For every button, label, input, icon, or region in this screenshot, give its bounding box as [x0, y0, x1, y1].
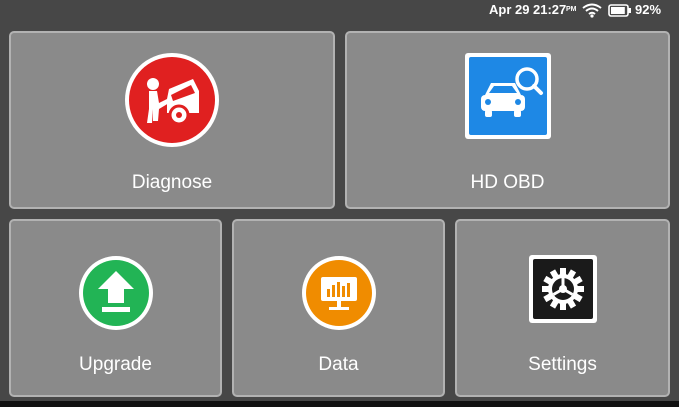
- hd-obd-tile[interactable]: HD OBD: [345, 31, 670, 209]
- status-ampm: PM: [566, 6, 577, 13]
- monitor-chart-icon: [301, 255, 377, 336]
- diagnose-tile[interactable]: Diagnose: [9, 31, 335, 209]
- upgrade-label: Upgrade: [79, 354, 152, 375]
- car-mechanic-icon: [123, 51, 221, 154]
- battery-icon: [608, 4, 632, 20]
- status-date: Apr 29: [489, 2, 530, 17]
- bottom-edge: [0, 401, 679, 407]
- upgrade-tile[interactable]: Upgrade: [9, 219, 222, 397]
- wifi-icon: [582, 3, 602, 21]
- settings-tile[interactable]: Settings: [455, 219, 670, 397]
- settings-label: Settings: [528, 354, 597, 375]
- battery-percent: 92%: [635, 2, 662, 17]
- car-search-icon: [464, 53, 551, 144]
- status-time: 21:27: [533, 2, 567, 17]
- gear-icon: [528, 255, 597, 328]
- hd-obd-label: HD OBD: [470, 172, 545, 193]
- data-label: Data: [318, 354, 359, 375]
- data-tile[interactable]: Data: [232, 219, 445, 397]
- upload-arrow-icon: [78, 255, 154, 336]
- status-bar: Apr 29 21:27 PM 92%: [0, 0, 679, 22]
- diagnose-label: Diagnose: [131, 172, 213, 193]
